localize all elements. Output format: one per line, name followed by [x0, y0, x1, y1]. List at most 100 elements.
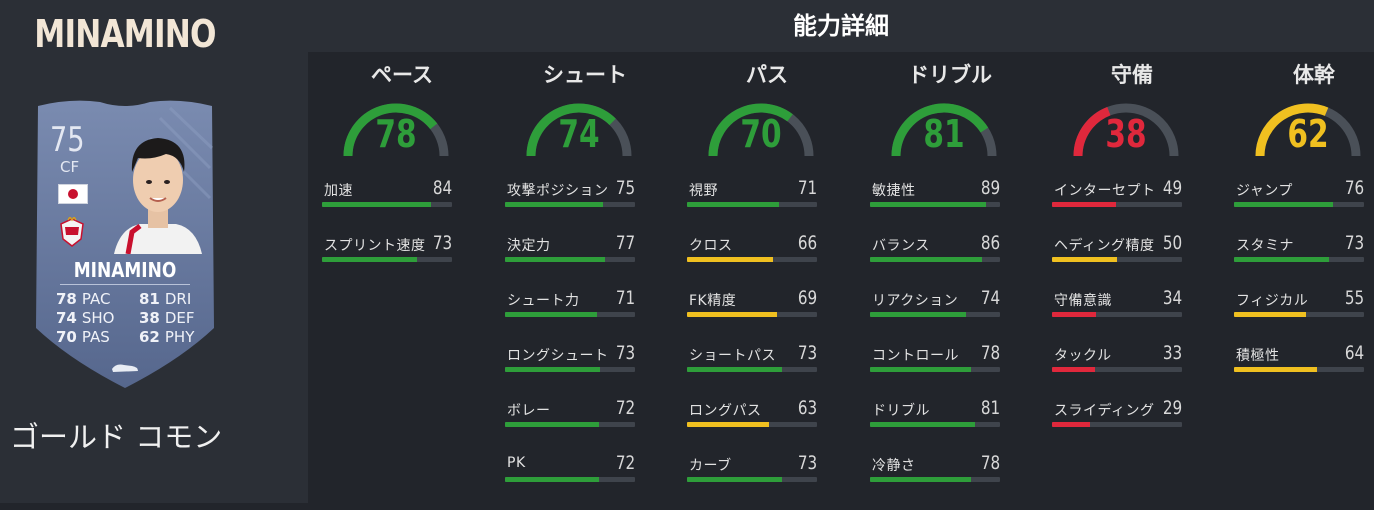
attribute-value: 73	[1344, 232, 1364, 254]
details-title: 能力詳細	[793, 12, 889, 40]
attribute-label: 加速	[324, 183, 353, 199]
attribute-value: 63	[797, 397, 817, 419]
attribute-label: スタミナ	[1236, 238, 1294, 254]
category-gauge: 70	[705, 96, 817, 162]
category-gauge: 74	[523, 96, 635, 162]
attribute-bar	[870, 312, 1000, 317]
details-header: 能力詳細	[308, 0, 1374, 52]
attribute-label: ショートパス	[689, 348, 776, 364]
attribute-bar	[1234, 367, 1364, 372]
attribute-bar-fill	[1234, 202, 1333, 207]
category-value: 38	[1105, 112, 1147, 156]
attribute-label: クロス	[689, 238, 733, 254]
attribute-bar	[870, 367, 1000, 372]
attribute-bar-fill	[870, 257, 982, 262]
attribute-bar	[1234, 257, 1364, 262]
attribute-bar	[505, 257, 635, 262]
attribute-value: 55	[1344, 287, 1364, 309]
attribute-value: 72	[615, 452, 635, 474]
attribute-value: 72	[615, 397, 635, 419]
attribute-list: 加速 84 スプリント速度 73	[322, 177, 482, 290]
attribute-label: ボレー	[507, 403, 551, 419]
attribute-value: 73	[797, 452, 817, 474]
attribute-row: クロス 66	[687, 232, 817, 290]
attribute-bar	[322, 257, 452, 262]
attribute-bar-fill	[1052, 312, 1097, 317]
attribute-row: 冷静さ 78	[870, 452, 1000, 510]
attribute-bar	[1052, 202, 1182, 207]
attribute-label: ジャンプ	[1236, 183, 1293, 199]
card-stat-pas: 70 PAS	[56, 328, 110, 346]
attribute-row: ロングパス 63	[687, 397, 817, 455]
attribute-row: バランス 86	[870, 232, 1000, 290]
category-gauge: 78	[340, 96, 452, 162]
attribute-label: スライディング	[1054, 403, 1155, 419]
attribute-bar-fill	[1052, 367, 1095, 372]
attribute-label: フィジカル	[1236, 293, 1309, 309]
attribute-label: 決定力	[507, 238, 551, 254]
attribute-list: ジャンプ 76 スタミナ 73 フィジカル 55 積極性 64	[1234, 177, 1374, 400]
card-stat-sho: 74 SHO	[56, 309, 115, 327]
attribute-bar-fill	[1234, 257, 1329, 262]
attribute-bar-fill	[505, 312, 598, 317]
attribute-list: インターセプト 49 ヘディング精度 50 守備意識 34 タックル 33 スライディング 29	[1052, 177, 1212, 455]
card-player-name: MINAMINO	[73, 258, 177, 282]
attribute-row: スプリント速度 73	[322, 232, 452, 290]
attribute-bar	[687, 257, 817, 262]
attribute-row: 視野 71	[687, 177, 817, 235]
category-gauge: 38	[1070, 96, 1182, 162]
attribute-row: PK 72	[505, 452, 635, 510]
attribute-value: 73	[797, 342, 817, 364]
card-stat-pac: 78 PAC	[56, 290, 111, 308]
category-4: 守備 38 インターセプト 49 ヘディング精度 50 守備意識 34 タックル 33 スライディン…	[1052, 60, 1212, 455]
attribute-bar	[870, 477, 1000, 482]
attribute-bar-fill	[505, 257, 606, 262]
attribute-bar	[1052, 257, 1182, 262]
category-title: 体幹	[1293, 63, 1335, 87]
attribute-row: ショートパス 73	[687, 342, 817, 400]
attribute-label: 攻撃ポジション	[507, 183, 609, 199]
attribute-bar-fill	[687, 202, 780, 207]
category-title: ドリブル	[908, 63, 992, 87]
attribute-value: 81	[980, 397, 1000, 419]
attribute-list: 敏捷性 89 バランス 86 リアクション 74 コントロール 78 ドリブル 81 冷静さ 78	[870, 177, 1030, 510]
attribute-bar	[687, 202, 817, 207]
card-position: CF	[60, 158, 80, 176]
attribute-row: スタミナ 73	[1234, 232, 1364, 290]
attribute-bar-fill	[687, 422, 769, 427]
attribute-list: 攻撃ポジション 75 決定力 77 シュート力 71 ロングシュート 73 ボレー 72 PK 72	[505, 177, 665, 510]
attribute-bar	[870, 257, 1000, 262]
attribute-bar	[687, 367, 817, 372]
attribute-row: 決定力 77	[505, 232, 635, 290]
attribute-row: ヘディング精度 50	[1052, 232, 1182, 290]
attribute-bar-fill	[505, 477, 599, 482]
attribute-value: 74	[980, 287, 1000, 309]
attribute-label: 守備意識	[1054, 293, 1112, 309]
player-card-panel: MINAMINO 75 CF MINAMINO 78 PAC 81 DRI 74…	[0, 0, 308, 503]
attribute-row: FK精度 69	[687, 287, 817, 345]
attribute-value: 49	[1162, 177, 1182, 199]
boot-icon	[112, 364, 138, 372]
player-card[interactable]: 75 CF MINAMINO 78 PAC 81 DRI 74 SHO 38 DEF 7…	[30, 98, 220, 390]
attribute-bar-fill	[870, 477, 972, 482]
attribute-row: ジャンプ 76	[1234, 177, 1364, 235]
attribute-value: 73	[432, 232, 452, 254]
attribute-value: 34	[1162, 287, 1182, 309]
attribute-row: リアクション 74	[870, 287, 1000, 345]
attribute-row: 守備意識 34	[1052, 287, 1182, 345]
attribute-label: 冷静さ	[872, 458, 916, 474]
category-3: ドリブル 81 敏捷性 89 バランス 86 リアクション 74 コントロール 78 ドリブル 81 冷…	[870, 60, 1030, 510]
category-gauge: 81	[888, 96, 1000, 162]
player-name-title: MINAMINO	[34, 12, 216, 56]
attribute-bar-fill	[687, 312, 777, 317]
attribute-value: 77	[615, 232, 635, 254]
attribute-bar-fill	[1052, 202, 1116, 207]
attribute-row: 積極性 64	[1234, 342, 1364, 400]
attribute-list: 視野 71 クロス 66 FK精度 69 ショートパス 73 ロングパス 63 カーブ 73	[687, 177, 847, 510]
attribute-bar-fill	[870, 202, 986, 207]
attribute-value: 66	[797, 232, 817, 254]
category-value: 62	[1287, 112, 1329, 156]
attribute-bar	[1052, 312, 1182, 317]
attribute-bar-fill	[870, 422, 976, 427]
attribute-row: フィジカル 55	[1234, 287, 1364, 345]
